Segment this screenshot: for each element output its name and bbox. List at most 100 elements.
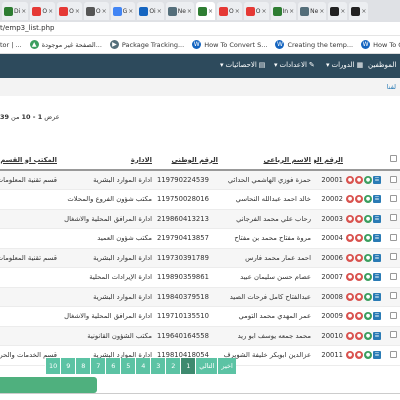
edit-icon[interactable]: ● bbox=[346, 292, 354, 301]
delete-icon[interactable]: ● bbox=[355, 331, 363, 340]
close-icon[interactable]: × bbox=[21, 8, 26, 15]
pager-last[interactable]: اخير bbox=[217, 358, 236, 374]
edit-icon[interactable]: ● bbox=[346, 273, 354, 282]
delete-icon[interactable]: ● bbox=[355, 176, 363, 184]
nav-employees[interactable]: الموظفين bbox=[368, 61, 396, 69]
bookmark-item[interactable]: ▲ الصفحة غير موجودة... bbox=[29, 40, 102, 49]
url-text[interactable]: t/emp3_list.php bbox=[0, 24, 54, 32]
nav-courses[interactable]: ▾ الدورات ▦ bbox=[326, 61, 363, 69]
view-icon[interactable]: ● bbox=[364, 312, 372, 321]
header-emp-no[interactable]: الرقم الوظيفي bbox=[314, 150, 346, 171]
edit-icon[interactable]: ● bbox=[346, 195, 354, 204]
delete-icon[interactable]: ● bbox=[355, 195, 363, 204]
list-icon[interactable]: ☰ bbox=[373, 331, 381, 340]
delete-icon[interactable]: ● bbox=[355, 234, 363, 243]
delete-icon[interactable]: ● bbox=[355, 214, 363, 223]
close-icon[interactable]: × bbox=[187, 8, 192, 15]
browser-tab[interactable]: Oi × bbox=[137, 2, 164, 20]
pager-page[interactable]: 4 bbox=[135, 358, 151, 374]
list-icon[interactable]: ☰ bbox=[373, 214, 381, 223]
edit-icon[interactable]: ● bbox=[346, 253, 354, 262]
close-icon[interactable]: × bbox=[75, 8, 80, 15]
pager-page[interactable]: 1 bbox=[180, 358, 196, 374]
bookmark-item[interactable]: ▶ Package Tracking... bbox=[109, 40, 184, 49]
view-icon[interactable]: ● bbox=[364, 253, 372, 262]
delete-icon[interactable]: ● bbox=[355, 292, 363, 301]
row-checkbox[interactable] bbox=[390, 311, 397, 319]
pager-page[interactable]: 10 bbox=[45, 358, 61, 374]
pager-page[interactable]: 6 bbox=[105, 358, 121, 374]
address-bar[interactable]: t/emp3_list.php bbox=[0, 22, 400, 36]
row-checkbox[interactable] bbox=[390, 253, 397, 261]
bookmark-item[interactable]: WHow To Create Im... bbox=[361, 40, 400, 49]
view-icon[interactable]: ● bbox=[364, 214, 372, 223]
row-checkbox[interactable] bbox=[390, 214, 397, 222]
close-icon[interactable]: × bbox=[340, 8, 345, 15]
delete-icon[interactable]: ● bbox=[355, 351, 363, 360]
pager-next[interactable]: التالي bbox=[195, 358, 218, 374]
browser-tab[interactable]: O × bbox=[216, 2, 242, 20]
close-icon[interactable]: × bbox=[261, 8, 266, 15]
pager-page[interactable]: 8 bbox=[75, 358, 91, 374]
close-icon[interactable]: × bbox=[319, 8, 324, 15]
bookmark-item[interactable]: tor | ... bbox=[0, 41, 22, 49]
row-checkbox[interactable] bbox=[390, 194, 397, 202]
close-icon[interactable]: × bbox=[157, 8, 162, 15]
row-checkbox[interactable] bbox=[390, 175, 397, 183]
row-checkbox[interactable] bbox=[390, 233, 397, 241]
browser-tab[interactable]: O × bbox=[83, 2, 109, 20]
pager-page[interactable]: 7 bbox=[90, 358, 106, 374]
list-icon[interactable]: ☰ bbox=[373, 312, 381, 321]
bookmark-item[interactable]: W Creating the temp... bbox=[275, 40, 353, 49]
browser-tab[interactable]: O × bbox=[57, 2, 82, 20]
view-icon[interactable]: ● bbox=[364, 351, 372, 360]
header-name[interactable]: الاسم الرباعي bbox=[221, 150, 314, 171]
edit-icon[interactable]: ● bbox=[346, 176, 354, 184]
list-icon[interactable]: ☰ bbox=[373, 273, 381, 282]
list-icon[interactable]: ☰ bbox=[373, 351, 381, 360]
edit-icon[interactable]: ● bbox=[346, 234, 354, 243]
list-icon[interactable]: ☰ bbox=[373, 292, 381, 301]
select-all-checkbox[interactable] bbox=[390, 155, 397, 162]
view-icon[interactable]: ● bbox=[364, 292, 372, 301]
delete-icon[interactable]: ● bbox=[355, 312, 363, 321]
browser-tab[interactable]: O × bbox=[30, 2, 56, 20]
close-icon[interactable]: × bbox=[102, 8, 107, 15]
row-checkbox[interactable] bbox=[390, 331, 397, 339]
edit-icon[interactable]: ● bbox=[346, 312, 354, 321]
edit-icon[interactable]: ● bbox=[346, 214, 354, 223]
browser-tab[interactable]: Di × bbox=[2, 2, 29, 20]
list-icon[interactable]: ☰ bbox=[373, 253, 381, 262]
close-icon[interactable]: × bbox=[128, 8, 133, 15]
close-icon[interactable]: × bbox=[289, 8, 294, 15]
close-icon[interactable]: × bbox=[208, 8, 213, 15]
view-icon[interactable]: ● bbox=[364, 234, 372, 243]
view-icon[interactable]: ● bbox=[364, 273, 372, 282]
browser-tab[interactable]: × bbox=[195, 2, 215, 20]
delete-icon[interactable]: ● bbox=[355, 253, 363, 262]
pager-page[interactable]: 9 bbox=[60, 358, 76, 374]
browser-tab[interactable]: Ne × bbox=[165, 2, 194, 20]
edit-icon[interactable]: ● bbox=[346, 351, 354, 360]
browser-tab[interactable]: × bbox=[349, 2, 369, 20]
pager-page[interactable]: 2 bbox=[165, 358, 181, 374]
nav-settings[interactable]: ▾ الاعدادات ✎ bbox=[274, 61, 315, 69]
row-checkbox[interactable] bbox=[390, 272, 397, 280]
browser-tab[interactable]: G × bbox=[110, 2, 136, 20]
bookmark-item[interactable]: W How To Convert S... bbox=[192, 40, 267, 49]
edit-icon[interactable]: ● bbox=[346, 331, 354, 340]
pager-page[interactable]: 5 bbox=[120, 358, 136, 374]
close-icon[interactable]: × bbox=[361, 8, 366, 15]
browser-tab[interactable]: Ne × bbox=[298, 2, 327, 20]
browser-tab[interactable]: O × bbox=[243, 2, 269, 20]
close-icon[interactable]: × bbox=[48, 8, 53, 15]
list-icon[interactable]: ☰ bbox=[373, 176, 381, 184]
list-icon[interactable]: ☰ bbox=[373, 234, 381, 243]
nav-statistics[interactable]: ▾ الاحصائيات ▤ bbox=[220, 61, 265, 69]
header-national-id[interactable]: الرقم الوطني bbox=[155, 150, 221, 171]
row-checkbox[interactable] bbox=[390, 292, 397, 300]
breadcrumb-link[interactable]: لفنا bbox=[387, 83, 396, 91]
header-department[interactable]: الادارة bbox=[60, 150, 155, 171]
view-icon[interactable]: ● bbox=[364, 331, 372, 340]
pager-page[interactable]: 3 bbox=[150, 358, 166, 374]
